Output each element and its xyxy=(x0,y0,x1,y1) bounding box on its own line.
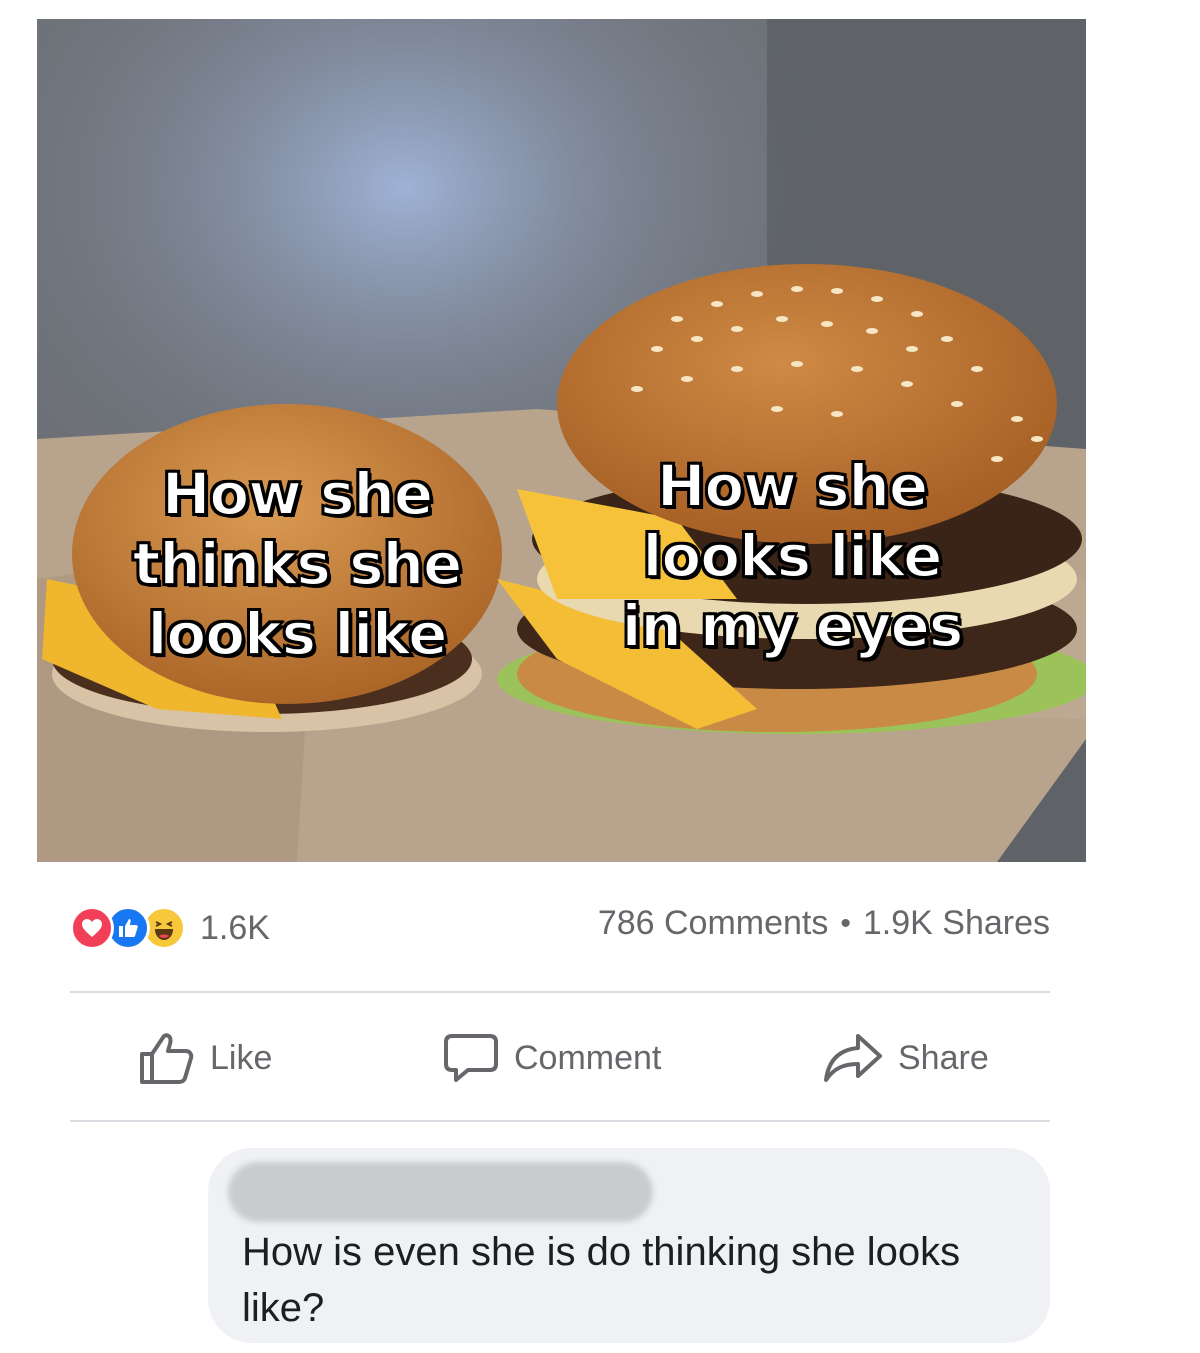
divider xyxy=(70,991,1050,993)
meme-image[interactable]: How she thinks she looks like How she lo… xyxy=(37,19,1086,862)
share-button[interactable]: Share xyxy=(822,1030,989,1086)
caption-right-line: looks like xyxy=(642,521,944,591)
love-icon xyxy=(70,906,114,950)
stats-separator: • xyxy=(840,906,851,940)
reaction-count: 1.6K xyxy=(200,908,270,947)
caption-left-line: How she xyxy=(161,459,434,529)
divider xyxy=(70,1120,1050,1122)
thumbs-up-icon xyxy=(140,1033,194,1084)
reactions-summary[interactable]: 1.6K xyxy=(70,900,270,956)
share-arrow-icon xyxy=(824,1034,882,1082)
comment-text: How is even she is do thinking she looks… xyxy=(242,1230,961,1330)
comments-count[interactable]: 786 Comments xyxy=(598,904,829,943)
comment-label: Comment xyxy=(514,1038,662,1077)
share-label: Share xyxy=(898,1038,989,1077)
commenter-name-redacted xyxy=(228,1162,653,1222)
caption-left-line: looks like xyxy=(147,599,449,669)
caption-left-line: thinks she xyxy=(132,529,464,599)
caption-right: How she looks like in my eyes xyxy=(582,451,1002,661)
like-label: Like xyxy=(210,1038,273,1077)
speech-bubble-icon xyxy=(444,1034,498,1082)
comment-button[interactable]: Comment xyxy=(442,1030,661,1086)
post-stats: 786 Comments • 1.9K Shares xyxy=(598,904,1050,943)
like-button[interactable]: Like xyxy=(138,1030,272,1086)
comment-bubble[interactable]: How is even she is do thinking she looks… xyxy=(208,1148,1050,1343)
burger-photo xyxy=(37,19,1086,862)
caption-right-line: in my eyes xyxy=(621,591,965,661)
shares-count[interactable]: 1.9K Shares xyxy=(863,904,1050,943)
caption-left: How she thinks she looks like xyxy=(87,459,507,669)
caption-right-line: How she xyxy=(656,451,929,521)
